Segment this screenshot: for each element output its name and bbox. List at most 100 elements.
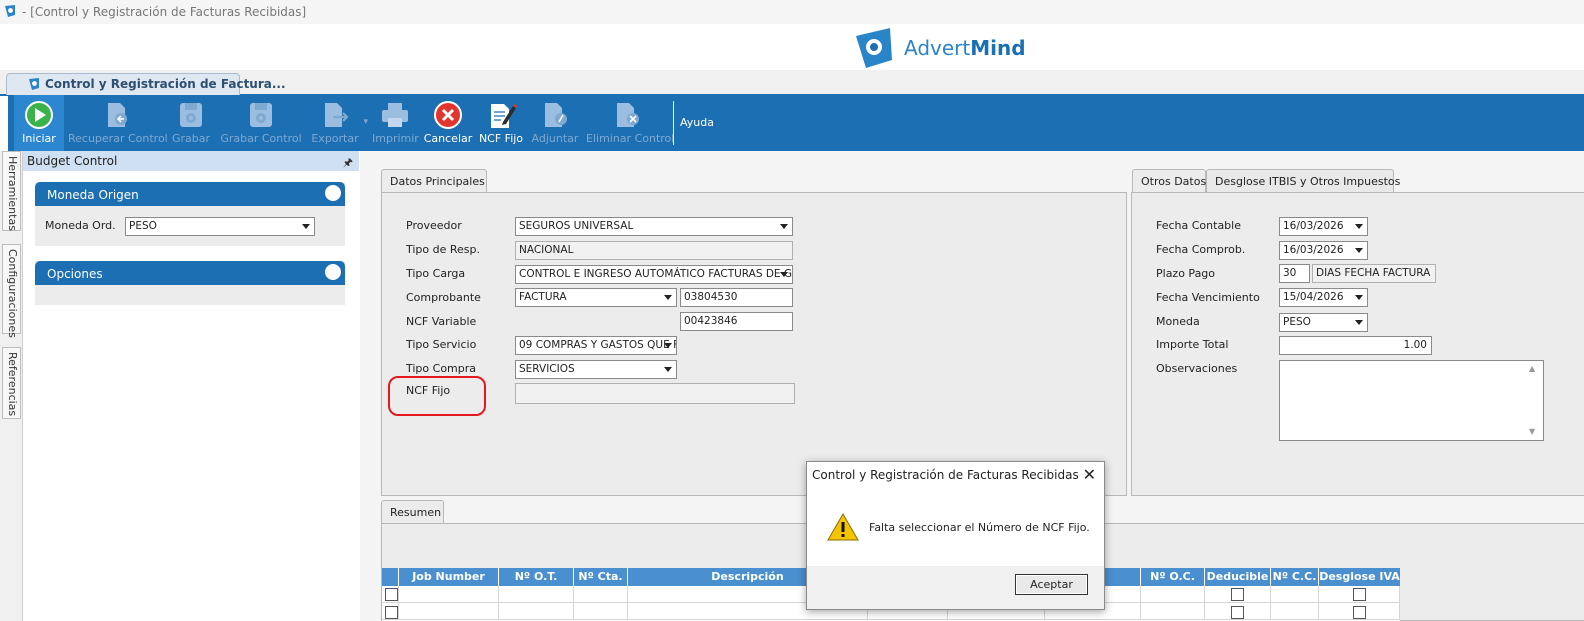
iniciar-button[interactable]: Iniciar <box>14 95 64 151</box>
resumen-label: Resumen <box>390 506 442 519</box>
tab-datos-principales[interactable]: Datos Principales <box>381 169 487 193</box>
fecha-contable-picker[interactable]: 16/03/2026 <box>1279 217 1368 236</box>
otros-datos-label: Otros Datos <box>1141 175 1207 188</box>
app-logo-icon <box>29 78 39 90</box>
plazo-pago-field[interactable]: 30 <box>1279 264 1310 283</box>
advertmind-logo: AdvertMind <box>852 26 1032 70</box>
herramientas-label: Herramientas <box>6 156 19 231</box>
adjuntar-button[interactable]: Adjuntar <box>530 95 580 151</box>
opciones-title: Opciones <box>47 267 103 281</box>
tab-control-registracion[interactable]: Control y Registración de Factura... <box>6 73 286 95</box>
moneda-value: PESO <box>1283 316 1311 328</box>
moneda-label: Moneda <box>1156 315 1200 328</box>
recuperar-control-button[interactable]: Recuperar Control <box>68 95 168 151</box>
collapse-icon[interactable] <box>325 264 341 280</box>
export-icon <box>325 103 349 127</box>
tipo-compra-select[interactable]: SERVICIOS <box>515 360 677 379</box>
cancelar-label: Cancelar <box>423 132 473 145</box>
grabar-button[interactable]: Grabar <box>168 95 214 151</box>
tipo-resp-field[interactable]: NACIONAL <box>515 241 793 260</box>
fecha-comprob-picker[interactable]: 16/03/2026 <box>1279 241 1368 260</box>
scroll-down-icon[interactable]: ▼ <box>1529 427 1535 436</box>
collapse-icon[interactable] <box>325 185 341 201</box>
ncf-variable-field[interactable]: 00423846 <box>680 312 793 331</box>
tipo-servicio-label: Tipo Servicio <box>406 338 477 351</box>
tab-otros-datos[interactable]: Otros Datos <box>1132 169 1206 193</box>
tipo-carga-value: CONTROL E INGRESO AUTOMÁTICO FACTURAS DE… <box>519 268 793 280</box>
imprimir-button[interactable]: Imprimir <box>372 95 419 151</box>
dialog-message: Falta seleccionar el Número de NCF Fijo. <box>869 521 1090 534</box>
desglose-iva-checkbox[interactable] <box>1353 606 1366 619</box>
tab-configuraciones[interactable]: Configuraciones <box>2 244 21 338</box>
tipo-servicio-select[interactable]: 09 COMPRAS Y GASTOS QUE F <box>515 336 677 355</box>
moneda-origen-header[interactable]: Moneda Origen <box>35 182 345 206</box>
adjuntar-label: Adjuntar <box>531 132 579 145</box>
deducible-checkbox[interactable] <box>1231 606 1244 619</box>
ncf-fijo-button[interactable]: NCF Fijo <box>478 95 524 151</box>
save-disk-icon <box>250 103 272 127</box>
recover-document-icon <box>108 103 127 127</box>
aceptar-button[interactable]: Aceptar <box>1015 574 1088 595</box>
document-tab-strip: Control y Registración de Factura... <box>0 70 1584 96</box>
moneda-origen-title: Moneda Origen <box>47 188 139 202</box>
cancelar-button[interactable]: Cancelar <box>422 95 474 151</box>
proveedor-select[interactable]: SEGUROS UNIVERSAL <box>515 217 793 236</box>
column-cc[interactable]: Nº C.C. <box>1271 568 1319 586</box>
ncf-fijo-label: NCF Fijo <box>478 132 524 145</box>
moneda-select[interactable]: PESO <box>1279 313 1368 332</box>
fecha-vencimiento-label: Fecha Vencimiento <box>1156 291 1260 304</box>
tab-resumen[interactable]: Resumen <box>381 500 444 524</box>
tipo-compra-value: SERVICIOS <box>519 363 575 375</box>
tab-desglose-itbis[interactable]: Desglose ITBIS y Otros Impuestos <box>1206 169 1400 193</box>
budget-panel-title: Budget Control <box>27 154 118 168</box>
plazo-tipo-field[interactable]: DIAS FECHA FACTURA <box>1312 264 1436 283</box>
fecha-vencimiento-picker[interactable]: 15/04/2026 <box>1279 288 1368 307</box>
eliminar-control-button[interactable]: Eliminar Control <box>586 95 674 151</box>
moneda-ord-select[interactable]: PESO <box>125 217 315 236</box>
row-select-checkbox[interactable] <box>385 606 398 619</box>
column-deducible[interactable]: Deducible <box>1205 568 1271 586</box>
chevron-down-icon <box>664 343 672 348</box>
desglose-itbis-label: Desglose ITBIS y Otros Impuestos <box>1215 175 1401 188</box>
comprobante-value: FACTURA <box>519 291 567 303</box>
tipo-compra-label: Tipo Compra <box>406 362 477 375</box>
importe-total-field[interactable]: 1.00 <box>1279 336 1432 355</box>
column-job-number[interactable]: Job Number <box>399 568 499 586</box>
pin-icon[interactable]: 🖈 <box>343 154 353 173</box>
column-desglose-iva[interactable]: Desglose IVA <box>1319 568 1400 586</box>
ayuda-link[interactable]: Ayuda <box>680 116 714 129</box>
app-logo-icon <box>5 5 15 17</box>
ncf-variable-label: NCF Variable <box>406 315 477 328</box>
column-cta[interactable]: Nº Cta. <box>574 568 628 586</box>
tab-herramientas[interactable]: Herramientas <box>2 151 21 231</box>
desglose-iva-checkbox[interactable] <box>1353 588 1366 601</box>
chevron-down-icon <box>664 367 672 372</box>
row-select-checkbox[interactable] <box>385 588 398 601</box>
tab-label: Control y Registración de Factura... <box>45 77 286 91</box>
observaciones-textarea[interactable] <box>1279 360 1544 441</box>
column-ot[interactable]: Nº O.T. <box>499 568 574 586</box>
comprobante-select[interactable]: FACTURA <box>515 288 677 307</box>
exportar-label: Exportar <box>311 132 359 145</box>
grabar-control-button[interactable]: Grabar Control <box>220 95 302 151</box>
grabar-label: Grabar <box>171 132 211 145</box>
tab-referencias[interactable]: Referencias <box>2 347 21 419</box>
scroll-up-icon[interactable]: ▲ <box>1529 364 1535 373</box>
column-oc[interactable]: Nº O.C. <box>1141 568 1205 586</box>
close-icon[interactable]: ✕ <box>1083 465 1096 484</box>
datos-principales-panel <box>381 192 1127 496</box>
save-disk-icon <box>180 103 202 127</box>
printer-icon <box>382 103 408 127</box>
logo-text: AdvertMind <box>904 36 1026 60</box>
fecha-comprob-value: 16/03/2026 <box>1283 244 1344 256</box>
chevron-down-icon[interactable]: ▾ <box>363 117 368 127</box>
moneda-origen-section: Moneda Origen Moneda Ord. PESO <box>35 182 345 246</box>
ncf-fijo-field[interactable] <box>515 383 795 404</box>
exportar-button[interactable]: Exportar ▾ <box>306 95 368 151</box>
comprobante-number-field[interactable]: 03804530 <box>680 288 793 307</box>
proveedor-label: Proveedor <box>406 219 462 232</box>
deducible-checkbox[interactable] <box>1231 588 1244 601</box>
chevron-down-icon <box>1355 320 1363 325</box>
tipo-carga-select[interactable]: CONTROL E INGRESO AUTOMÁTICO FACTURAS DE… <box>515 265 793 284</box>
opciones-header[interactable]: Opciones <box>35 261 345 285</box>
